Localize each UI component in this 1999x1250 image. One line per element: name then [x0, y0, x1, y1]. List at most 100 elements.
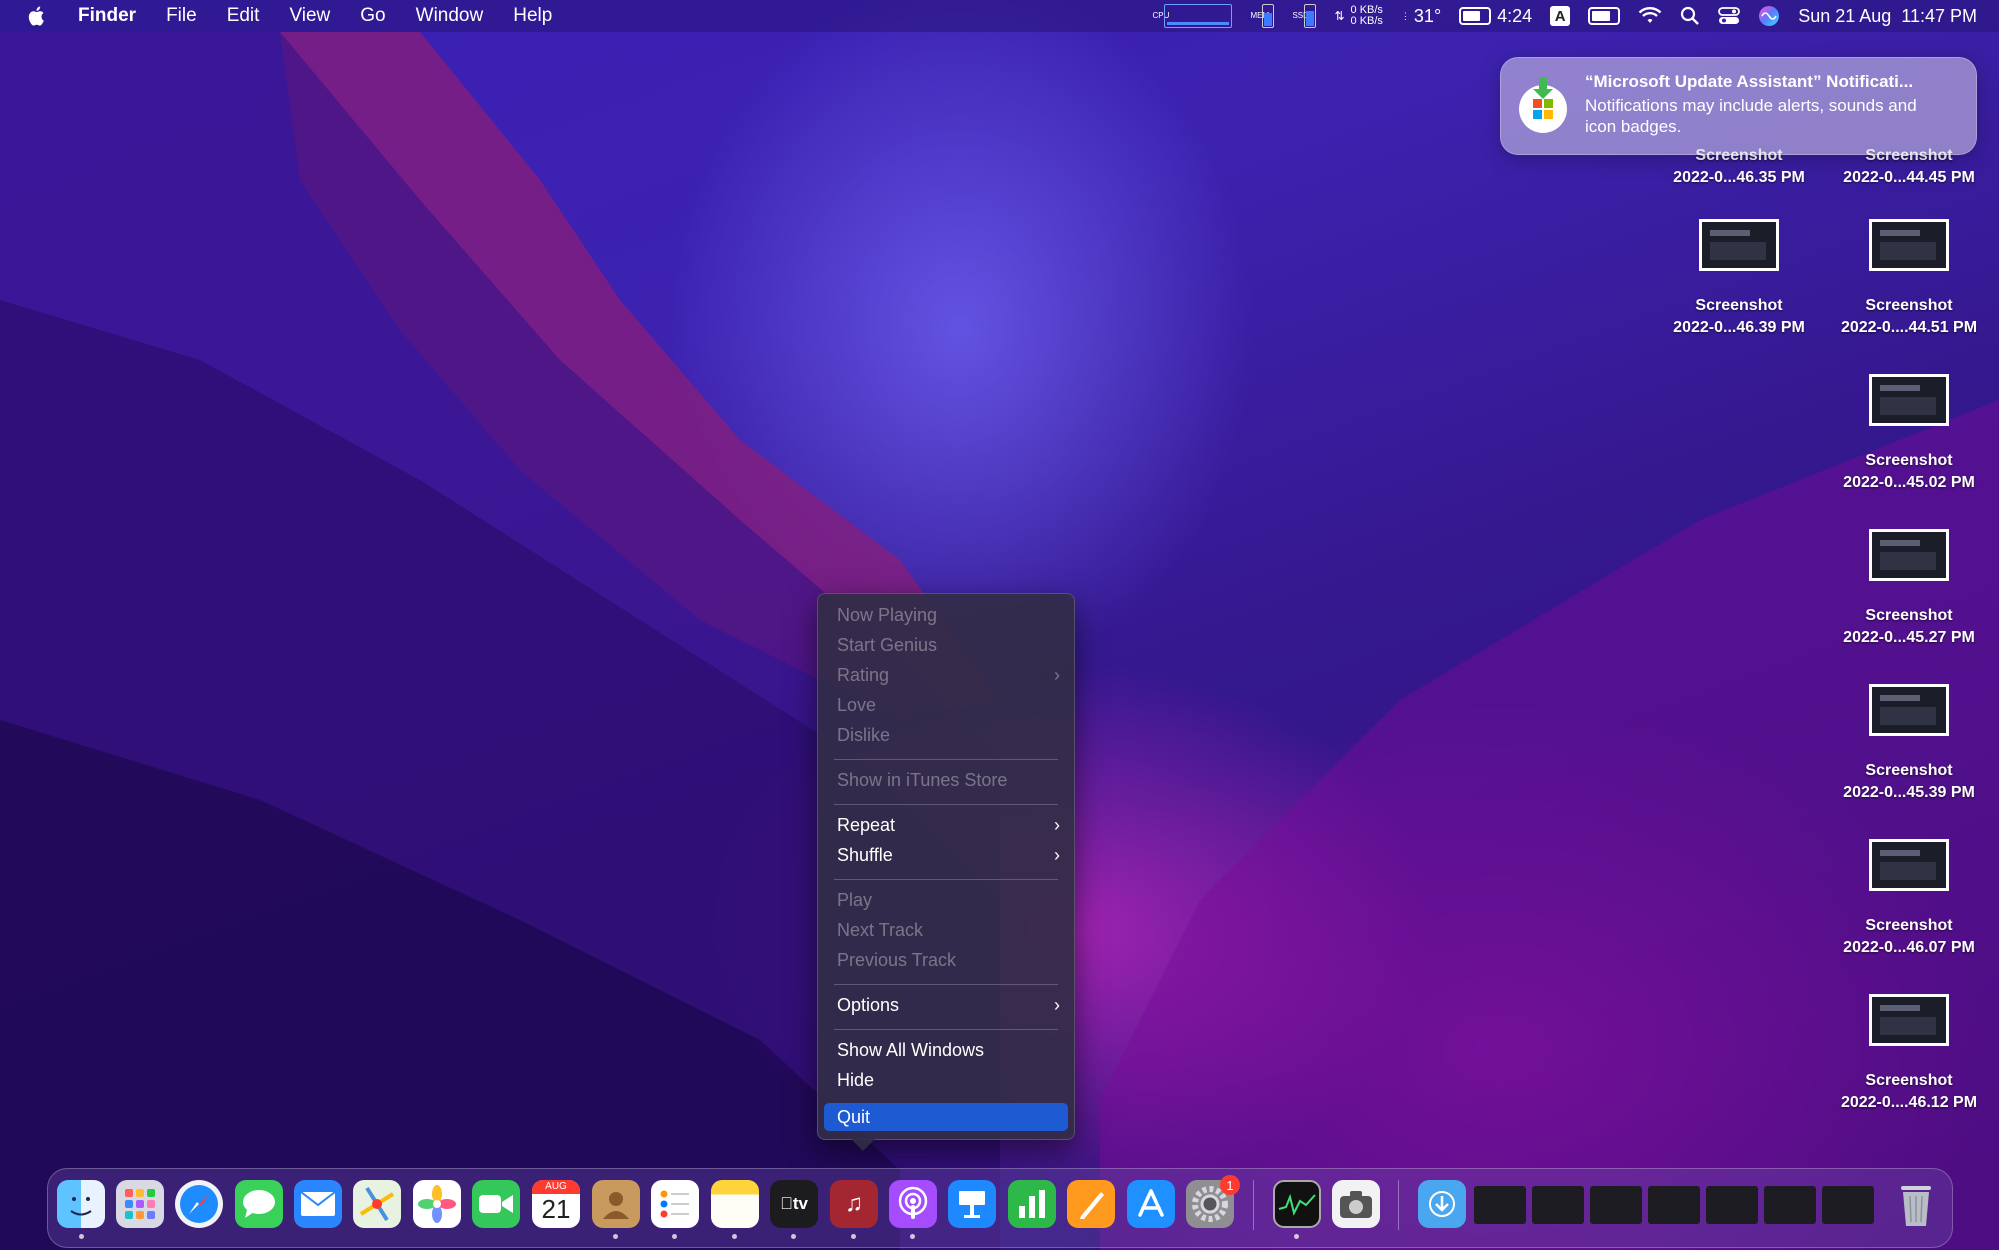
wifi-icon[interactable] — [1638, 6, 1662, 26]
dock-context-menu: Now Playing Start Genius Rating › Love Di… — [817, 593, 1075, 1151]
dock-safari-icon[interactable] — [175, 1180, 223, 1228]
dock-tv-icon[interactable]: tv — [770, 1180, 818, 1228]
dock-launchpad-icon[interactable] — [116, 1180, 164, 1228]
desktop-file-screenshot[interactable]: Screenshot 2022-0...45.39 PM — [1824, 684, 1994, 804]
menu-help[interactable]: Help — [513, 5, 552, 27]
ssd-label: SSD — [1292, 11, 1309, 20]
notification-banner[interactable]: “Microsoft Update Assistant” Notificati.… — [1500, 57, 1977, 155]
minimized-window-thumbnail[interactable] — [1648, 1186, 1700, 1224]
dock-numbers-icon[interactable] — [1008, 1180, 1056, 1228]
menu-window[interactable]: Window — [416, 5, 484, 27]
dock-app-store-icon[interactable] — [1127, 1180, 1175, 1228]
calendar-month: AUG — [532, 1180, 580, 1194]
siri-icon[interactable] — [1758, 5, 1780, 27]
minimized-window-thumbnail[interactable] — [1764, 1186, 1816, 1224]
apple-icon[interactable] — [26, 4, 48, 28]
running-indicator — [1294, 1234, 1299, 1239]
podium-icon — [959, 1191, 985, 1218]
dock-finder-icon[interactable] — [57, 1180, 105, 1228]
dock-maps-icon[interactable] — [353, 1180, 401, 1228]
menu-app-finder[interactable]: Finder — [78, 5, 136, 27]
menu-go[interactable]: Go — [360, 5, 385, 27]
menu-item-label: Options — [837, 995, 900, 1015]
minimized-window-thumbnail[interactable] — [1706, 1186, 1758, 1224]
disk-meter[interactable]: SSD — [1292, 4, 1317, 28]
menu-view[interactable]: View — [289, 5, 330, 27]
dock-contacts-icon[interactable] — [592, 1180, 640, 1228]
menu-item-now-playing: Now Playing — [824, 601, 1068, 629]
menu-item-options[interactable]: Options › — [824, 991, 1068, 1019]
minimized-window-thumbnail[interactable] — [1822, 1186, 1874, 1224]
input-source-icon[interactable]: A — [1550, 6, 1571, 26]
mem-label: MEM — [1250, 11, 1270, 20]
menu-item-label: Start Genius — [837, 635, 938, 655]
menu-separator — [834, 804, 1058, 805]
menu-clock[interactable]: Sun 21 Aug 11:47 PM — [1798, 6, 1977, 27]
file-name-line1: Screenshot — [1695, 297, 1783, 314]
dock-notes-icon[interactable] — [711, 1180, 759, 1228]
menu-item-previous-track: Previous Track — [824, 946, 1068, 974]
dock-mail-icon[interactable] — [294, 1180, 342, 1228]
video-camera-icon — [479, 1195, 513, 1213]
cpu-meter[interactable]: CPU — [1152, 4, 1233, 28]
app-store-a-icon — [1138, 1189, 1164, 1217]
menu-edit[interactable]: Edit — [227, 5, 260, 27]
file-name-line2: 2022-0...45.39 PM — [1843, 784, 1975, 801]
dock-downloads-folder-icon[interactable] — [1418, 1180, 1466, 1228]
menu-item-start-genius: Start Genius — [824, 631, 1068, 659]
desktop-file-screenshot[interactable]: Screenshot 2022-0...45.27 PM — [1824, 529, 1994, 649]
dock-messages-icon[interactable] — [235, 1180, 283, 1228]
menu-item-show-all-windows[interactable]: Show All Windows — [824, 1036, 1068, 1064]
net-down: 0 KB/s — [1350, 15, 1383, 27]
dock-screenshot-icon[interactable] — [1332, 1180, 1380, 1228]
running-indicator — [732, 1234, 737, 1239]
dock-activity-monitor-icon[interactable] — [1273, 1180, 1321, 1228]
dock-calendar-icon[interactable]: AUG 21 — [532, 1180, 580, 1228]
battery-status-icon[interactable] — [1588, 7, 1621, 25]
dock-reminders-icon[interactable] — [651, 1180, 699, 1228]
minimized-window-thumbnail[interactable] — [1590, 1186, 1642, 1224]
menu-item-hide[interactable]: Hide — [824, 1066, 1068, 1094]
running-indicator — [851, 1234, 856, 1239]
dock-facetime-icon[interactable] — [472, 1180, 520, 1228]
desktop-file-screenshot[interactable]: Screenshot 2022-0....44.51 PM — [1824, 219, 1994, 339]
menu-item-shuffle[interactable]: Shuffle › — [824, 841, 1068, 869]
menu-pointer — [851, 1139, 875, 1151]
compass-icon — [180, 1185, 218, 1223]
minimized-window-thumbnail[interactable] — [1532, 1186, 1584, 1224]
menu-file[interactable]: File — [166, 5, 197, 27]
chevron-right-icon: › — [1054, 995, 1060, 1015]
dock-music-icon[interactable]: ♫ — [830, 1180, 878, 1228]
menu-item-repeat[interactable]: Repeat › — [824, 811, 1068, 839]
battery-meter[interactable]: 4:24 — [1459, 6, 1532, 27]
spotlight-search-icon[interactable] — [1680, 6, 1700, 26]
dock-keynote-icon[interactable] — [948, 1180, 996, 1228]
network-meter[interactable]: ⇅ 0 KB/s 0 KB/s — [1334, 5, 1382, 27]
file-name-line1: Screenshot — [1865, 297, 1953, 314]
battery-icon — [1459, 7, 1492, 25]
menu-item-love: Love — [824, 691, 1068, 719]
menu-item-label: Next Track — [837, 920, 924, 940]
battery-time: 4:24 — [1497, 5, 1533, 26]
menu-item-quit[interactable]: Quit — [824, 1103, 1068, 1131]
desktop-file-screenshot[interactable]: Screenshot 2022-0...45.02 PM — [1824, 374, 1994, 494]
memory-meter[interactable]: MEM — [1250, 4, 1275, 28]
dock-podcasts-icon[interactable] — [889, 1180, 937, 1228]
notification-body: Notifications may include alerts, sounds… — [1585, 96, 1917, 136]
file-name-line2: 2022-0...45.02 PM — [1843, 474, 1975, 491]
desktop-file-screenshot[interactable]: Screenshot 2022-0....46.12 PM — [1824, 994, 1994, 1114]
desktop-file-screenshot[interactable]: Screenshot 2022-0...46.39 PM — [1654, 219, 1824, 339]
ssd-bar — [1304, 4, 1317, 28]
menu-separator — [834, 984, 1058, 985]
sensor-meter[interactable]: ⋮ 31° — [1401, 6, 1441, 27]
desktop-file-screenshot[interactable]: Screenshot 2022-0...46.07 PM — [1824, 839, 1994, 959]
dock-pages-icon[interactable] — [1067, 1180, 1115, 1228]
menu-item-label: Show in iTunes Store — [837, 770, 1008, 790]
dock-trash-icon[interactable] — [1892, 1180, 1940, 1228]
menu-item-rating: Rating › — [824, 661, 1068, 689]
control-center-icon[interactable] — [1718, 6, 1741, 26]
menu-item-show-in-itunes-store: Show in iTunes Store — [824, 766, 1068, 794]
minimized-window-thumbnail[interactable] — [1474, 1186, 1526, 1224]
download-arrow-icon — [1429, 1191, 1455, 1217]
dock-photos-icon[interactable] — [413, 1180, 461, 1228]
